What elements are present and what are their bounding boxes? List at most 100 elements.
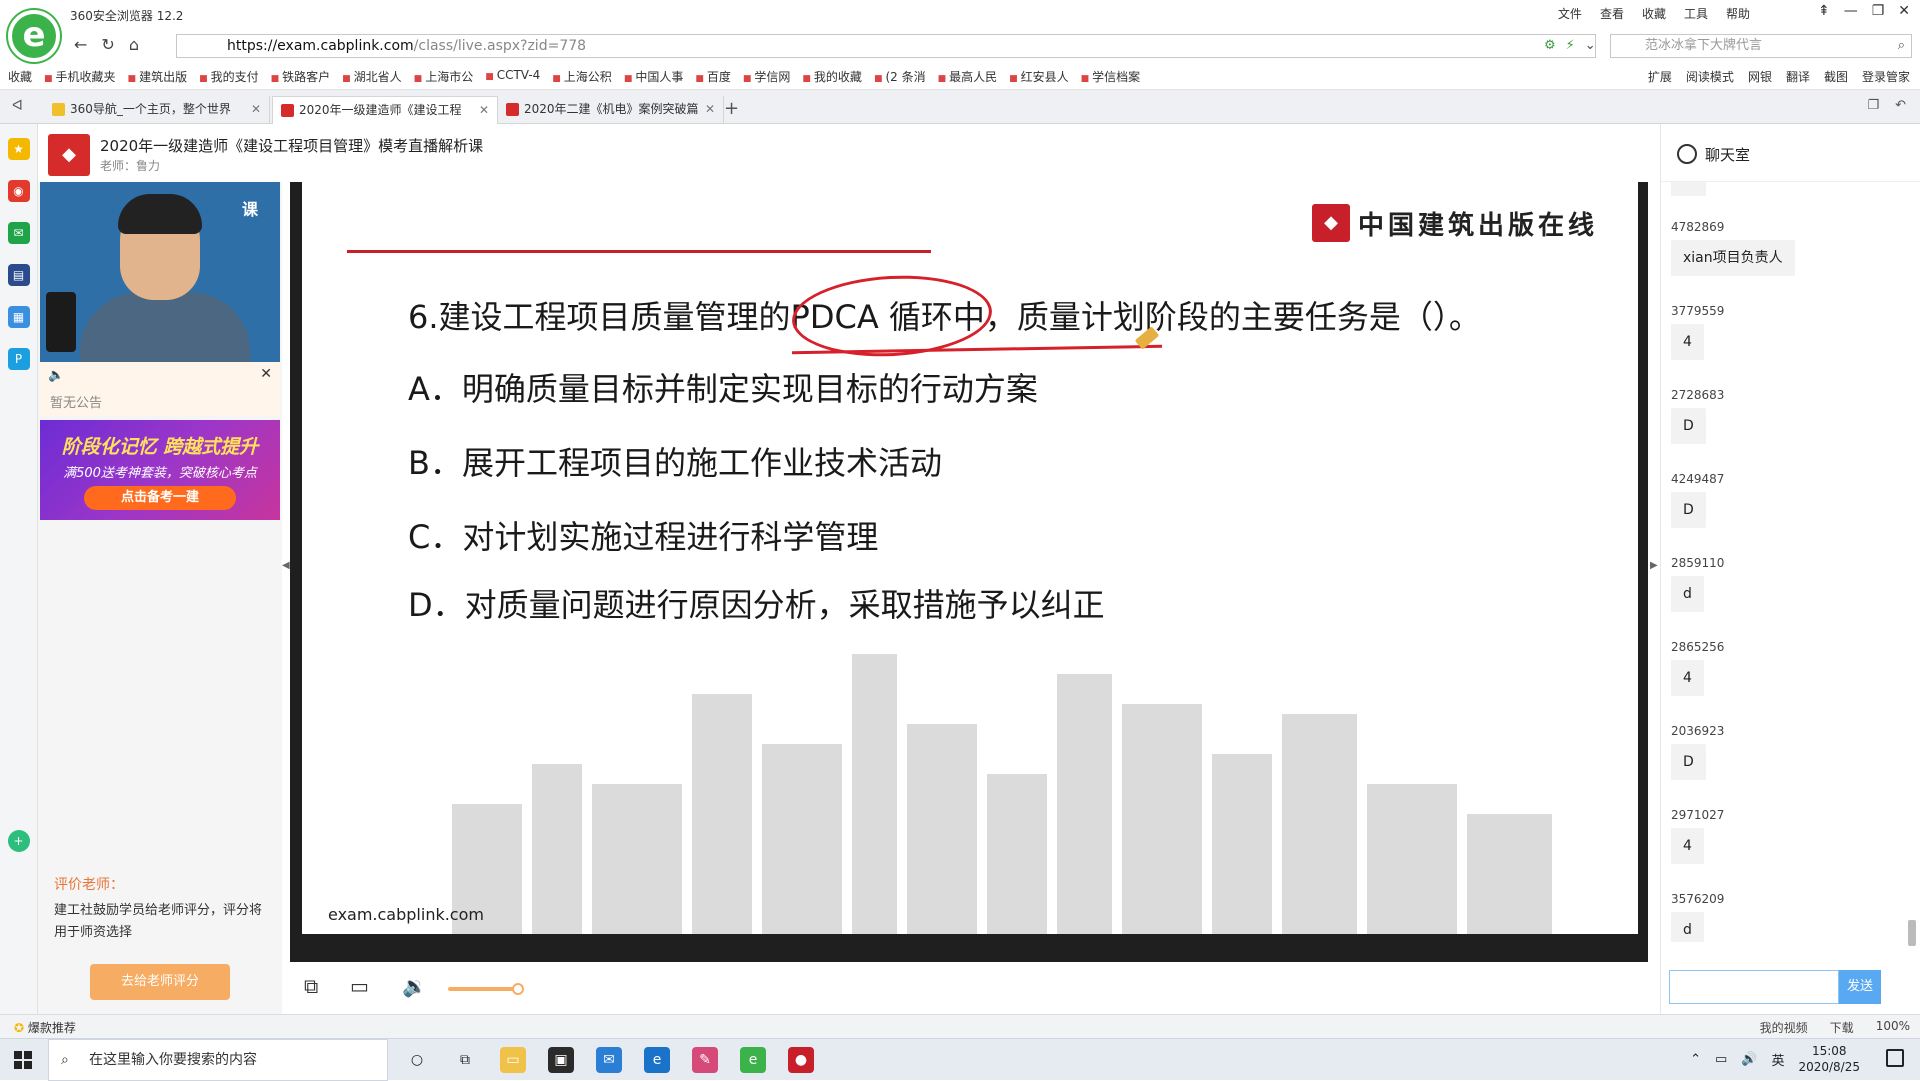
notice-close-icon[interactable]: ✕ bbox=[260, 366, 272, 382]
bookmark-item[interactable]: 中国人事 bbox=[624, 68, 683, 85]
volume-slider[interactable] bbox=[448, 987, 518, 991]
chat-user-id: 2971027 bbox=[1671, 808, 1725, 822]
recorder-icon[interactable]: ● bbox=[788, 1047, 814, 1073]
translate-button[interactable]: 翻译 bbox=[1786, 68, 1810, 85]
bookmark-item[interactable]: 湖北省人 bbox=[342, 68, 402, 85]
bookmark-item[interactable]: 我的收藏 bbox=[802, 68, 862, 85]
browser-360-icon[interactable]: e bbox=[740, 1047, 766, 1073]
bookmark-item[interactable]: 我的支付 bbox=[199, 68, 259, 85]
file-explorer-icon[interactable]: ▭ bbox=[500, 1047, 526, 1073]
screenshot-button[interactable]: 截图 bbox=[1824, 68, 1848, 85]
refresh-icon[interactable]: ↻ bbox=[101, 35, 114, 54]
start-button[interactable] bbox=[14, 1051, 32, 1069]
tab-close-icon[interactable]: ✕ bbox=[479, 97, 489, 123]
add-sidebar-icon[interactable]: + bbox=[7, 830, 30, 852]
tab-course[interactable]: 2020年一级建造师《建设工程 ✕ bbox=[272, 96, 498, 124]
send-button[interactable]: 发送 bbox=[1839, 970, 1881, 1004]
collapse-left-icon[interactable]: ◀ bbox=[282, 560, 290, 571]
volume-icon[interactable]: 🔉 bbox=[402, 974, 427, 998]
menu-file[interactable]: 文件 bbox=[1558, 5, 1582, 22]
teacher-video[interactable]: 课 bbox=[40, 182, 280, 362]
url-input[interactable]: https://exam.cabplink.com/class/live.asp… bbox=[176, 34, 1596, 58]
slide-source: exam.cabplink.com bbox=[328, 905, 484, 924]
extensions-button[interactable]: 扩展 bbox=[1648, 68, 1672, 85]
promo-banner[interactable]: 阶段化记忆 跨越式提升 满500送考神套装，突破核心考点 点击备考一建 bbox=[40, 420, 280, 520]
lightning-icon[interactable]: ⚡ bbox=[1566, 38, 1575, 53]
bookmark-item[interactable]: 学信网 bbox=[743, 68, 790, 85]
clock[interactable]: 15:08 2020/8/25 bbox=[1798, 1043, 1860, 1075]
hot-recommend-link[interactable]: ✪ 爆款推荐 bbox=[14, 1019, 76, 1036]
bookmark-item[interactable]: (2 条消 bbox=[874, 68, 925, 85]
new-tab-icon[interactable]: + bbox=[724, 98, 739, 119]
bookmark-item[interactable]: 上海市公 bbox=[414, 68, 473, 85]
battery-icon[interactable]: ▭ bbox=[1715, 1052, 1727, 1067]
bookmark-item[interactable]: 铁路客户 bbox=[271, 68, 330, 85]
search-icon[interactable]: ⌕ bbox=[1898, 35, 1905, 57]
mail-sidebar-icon[interactable]: ✉ bbox=[7, 222, 30, 244]
tray-chevron-icon[interactable]: ⌃ bbox=[1690, 1052, 1701, 1067]
security-icon[interactable]: ⚙ bbox=[1544, 38, 1556, 53]
search-input[interactable]: 范冰冰拿下大牌代言 ⌕ bbox=[1610, 34, 1912, 58]
url-path: /class/live.aspx?zid=778 bbox=[413, 38, 587, 54]
bookmark-item[interactable]: 手机收藏夹 bbox=[44, 68, 116, 85]
bank-button[interactable]: 网银 bbox=[1748, 68, 1772, 85]
mail-icon[interactable]: ✉ bbox=[596, 1047, 622, 1073]
tab-close-icon[interactable]: ✕ bbox=[705, 96, 715, 122]
bookmark-item[interactable]: 上海公积 bbox=[552, 68, 612, 85]
back-icon[interactable]: ← bbox=[74, 35, 87, 54]
layout-switch-icon[interactable]: ⧉ bbox=[304, 974, 318, 998]
download-button[interactable]: 下载 bbox=[1830, 1019, 1854, 1036]
notification-center-icon[interactable] bbox=[1886, 1049, 1904, 1067]
tab-scroll-left-icon[interactable]: ᐊ bbox=[12, 98, 23, 114]
camera-icon[interactable]: ▭ bbox=[350, 974, 369, 998]
tab-360-nav[interactable]: 360导航_一个主页，整个世界 ✕ bbox=[44, 96, 270, 124]
pin-icon[interactable]: ⇞ bbox=[1818, 3, 1830, 19]
cortana-icon[interactable]: ○ bbox=[404, 1047, 430, 1073]
tab-close-icon[interactable]: ✕ bbox=[251, 96, 261, 122]
login-manager-button[interactable]: 登录管家 bbox=[1862, 68, 1910, 85]
doc-sidebar-icon[interactable]: ▦ bbox=[7, 306, 30, 328]
maximize-button[interactable]: ❐ bbox=[1872, 3, 1885, 19]
chat-input[interactable] bbox=[1669, 970, 1839, 1004]
bookmark-item[interactable]: 建筑出版 bbox=[128, 68, 187, 85]
chat-scrollbar-thumb[interactable] bbox=[1908, 920, 1916, 946]
home-icon[interactable]: ⌂ bbox=[129, 35, 139, 54]
volume-slider-handle[interactable] bbox=[512, 983, 524, 995]
weibo-sidebar-icon[interactable]: ◉ bbox=[7, 180, 30, 202]
close-button[interactable]: ✕ bbox=[1898, 3, 1910, 19]
menu-tools[interactable]: 工具 bbox=[1684, 5, 1708, 22]
zoom-level[interactable]: 100% bbox=[1876, 1019, 1910, 1036]
bookmark-item[interactable]: 学信档案 bbox=[1081, 68, 1140, 85]
my-videos-button[interactable]: 我的视频 bbox=[1760, 1019, 1808, 1036]
menu-favorites[interactable]: 收藏 bbox=[1642, 5, 1666, 22]
speaker-icon[interactable]: 🔊 bbox=[1741, 1052, 1757, 1067]
bookmark-item[interactable]: 红安县人 bbox=[1009, 68, 1069, 85]
bookmark-item[interactable]: 最高人民 bbox=[938, 68, 997, 85]
taskbar-search-input[interactable]: ⌕ 在这里输入你要搜索的内容 bbox=[48, 1039, 388, 1081]
pay-sidebar-icon[interactable]: P bbox=[7, 348, 30, 370]
favorites-sidebar-icon[interactable]: ★ bbox=[7, 138, 30, 160]
menu-help[interactable]: 帮助 bbox=[1726, 5, 1750, 22]
rate-teacher-button[interactable]: 去给老师评分 bbox=[90, 964, 230, 1000]
bookmark-item[interactable]: CCTV-4 bbox=[485, 68, 541, 85]
collapse-right-icon[interactable]: ▶ bbox=[1650, 560, 1658, 571]
bookmark-item[interactable]: 百度 bbox=[695, 68, 731, 85]
news-sidebar-icon[interactable]: ▤ bbox=[7, 264, 30, 286]
bookmark-favorites[interactable]: 收藏 bbox=[8, 68, 32, 85]
undo-close-icon[interactable]: ↶ bbox=[1895, 98, 1906, 113]
ime-indicator[interactable]: 英 bbox=[1771, 1050, 1784, 1069]
reading-mode-button[interactable]: 阅读模式 bbox=[1686, 68, 1734, 85]
tab-list-icon[interactable]: ❐ bbox=[1867, 98, 1879, 113]
chat-message: 3576209 d bbox=[1671, 892, 1724, 942]
menu-view[interactable]: 查看 bbox=[1600, 5, 1624, 22]
chat-message-list[interactable]: D 4782869 xian项目负责人 3779559 4 2728683 D 424… bbox=[1661, 182, 1905, 942]
chat-scrollbar[interactable] bbox=[1908, 186, 1916, 946]
promo-button[interactable]: 点击备考一建 bbox=[84, 486, 236, 510]
chevron-down-icon[interactable]: ⌄ bbox=[1585, 38, 1596, 53]
minimize-button[interactable]: — bbox=[1844, 3, 1858, 19]
paint-icon[interactable]: ✎ bbox=[692, 1047, 718, 1073]
tab-second-course[interactable]: 2020年二建《机电》案例突破篇 ✕ bbox=[498, 96, 724, 124]
store-icon[interactable]: ▣ bbox=[548, 1047, 574, 1073]
task-view-icon[interactable]: ⧉ bbox=[452, 1047, 478, 1073]
edge-icon[interactable]: e bbox=[644, 1047, 670, 1073]
